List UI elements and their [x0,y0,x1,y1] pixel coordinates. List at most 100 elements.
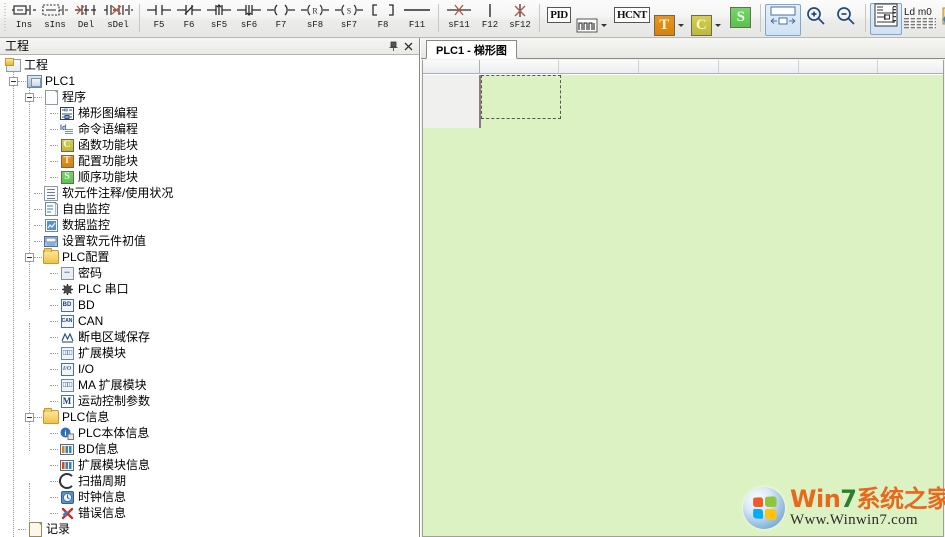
tree-tick [34,409,42,418]
tree-node-bd[interactable]: BD BD [0,297,418,313]
zoom-out-button[interactable] [831,5,861,42]
tree-node-expansion-module-info[interactable]: 扩展模块信息 [0,457,418,473]
fit-width-icon [768,6,798,25]
toolbar-drag-grip[interactable] [2,3,8,33]
delete-horizontal-line-button[interactable]: sF11 [443,0,475,37]
coil-button[interactable]: F7 [264,0,298,37]
tree-node-power-retain[interactable]: 断电区域保存 [0,329,418,345]
vertical-line-key: F12 [481,20,499,30]
no-contact-button[interactable]: F5 [144,0,174,37]
pin-icon[interactable] [386,39,401,54]
tree-label: I/O [78,362,95,376]
tree-node-serial-port[interactable]: PLC 串口 [0,281,418,297]
tree-node-clock-info[interactable]: 时钟信息 [0,489,418,505]
toolbar-separator-5 [864,4,866,32]
column-header-cell[interactable] [799,60,879,73]
reset-coil-button[interactable]: R sF8 [298,0,332,37]
tree-node-expansion-module[interactable]: ◫◫ 扩展模块 [0,345,418,361]
instruction-list-button[interactable]: Ld m0 [902,4,940,41]
pulse-dropdown-arrow[interactable] [601,23,607,27]
column-header-cell[interactable] [559,60,640,73]
tree-node-ma-expansion-module[interactable]: ◫◫ MA 扩展模块 [0,377,418,393]
vertical-line-button[interactable]: F12 [475,0,505,37]
nc-contact-button[interactable]: F6 [174,0,204,37]
ladder-canvas[interactable] [423,75,943,536]
set-coil-button[interactable]: S sF7 [332,0,366,37]
insert-rung-button[interactable]: Ins [9,0,39,37]
comment-toggle-button[interactable] [940,4,945,41]
delete-vertical-line-button[interactable]: sF12 [505,0,535,37]
tree-node-can[interactable]: CAN CAN [0,313,418,329]
tree-node-device-initial-value[interactable]: 设置软元件初值 [0,233,418,249]
tree-node-motion-control[interactable]: M 运动控制参数 [0,393,418,409]
expander-plc-config[interactable] [25,252,34,262]
tree-node-data-monitor[interactable]: 数据监控 [0,217,418,233]
tree-node-bd-info[interactable]: BD信息 [0,441,418,457]
close-icon[interactable] [401,39,416,54]
timer-dropdown-arrow[interactable] [677,23,684,27]
tree-tick [50,313,58,322]
tree-tick [18,73,26,82]
tree-tick [34,233,42,242]
tree-node-password[interactable]: ••• 密码 [0,265,418,281]
function-block-button[interactable]: F8 [366,0,400,37]
tree-label: 运动控制参数 [78,394,151,408]
tree-node-plc-config[interactable]: PLC配置 [0,248,418,265]
tree-node-program[interactable]: 程序 [0,89,418,105]
expander-program[interactable] [25,92,34,102]
fit-width-button[interactable] [764,4,801,36]
tree-node-instruction-program[interactable]: ld 命令语编程 [0,121,418,137]
delete-row-button[interactable]: sDel [101,0,135,37]
tree-node-scan-cycle[interactable]: 扫描周期 [0,473,418,489]
expander-plc-info[interactable] [25,412,34,422]
svg-text:i: i [65,429,67,437]
tree-tick [50,489,58,498]
zoom-out-icon [835,6,857,25]
tree-node-plc-body-info[interactable]: i PLC本体信息 [0,425,418,441]
insert-row-button[interactable]: sIns [39,0,71,37]
rising-edge-button[interactable]: sF5 [204,0,234,37]
selected-cell[interactable] [481,75,561,119]
tree-node-error-info[interactable]: 错误信息 [0,505,418,521]
horizontal-line-button[interactable]: F11 [400,0,434,37]
ladder-view-button[interactable] [869,3,902,35]
tree-node-config-block[interactable]: T 配置功能块 [0,153,418,169]
tree-node-project[interactable]: 工程 [0,57,418,73]
ladder-editor-surface[interactable] [422,60,944,537]
tree-node-plc-info[interactable]: PLC信息 [0,408,418,425]
project-dock-panel: 工程 工程 PLC1 程序 梯形图编程 ld 命令语编程 C 函数功能块 T 配… [0,38,420,537]
tree-label: PLC配置 [62,250,110,264]
column-header-cell[interactable] [639,60,719,73]
toolbar-separator-1 [139,4,140,32]
tree-label: PLC1 [45,74,76,88]
project-tree[interactable]: 工程 PLC1 程序 梯形图编程 ld 命令语编程 C 函数功能块 T 配置功能… [0,55,418,537]
tree-tick [50,377,58,386]
document-icon [43,89,59,105]
zoom-in-button[interactable] [801,5,831,42]
tree-node-free-monitor[interactable]: 自由监控 [0,201,418,217]
tree-node-plc1[interactable]: PLC1 [0,73,418,89]
column-header-cell[interactable] [878,60,943,73]
column-header-cell[interactable] [719,60,799,73]
tab-plc1-ladder[interactable]: PLC1 - 梯形图 [426,40,517,59]
tree-node-sequence-block[interactable]: S 顺序功能块 [0,169,418,185]
tree-tick [50,153,58,162]
insert-rung-icon [11,1,37,20]
column-header-cell[interactable] [480,60,560,73]
falling-edge-button[interactable]: sF6 [234,0,264,37]
horizontal-line-key: F11 [408,20,426,30]
io-icon: I/O [59,361,75,377]
delete-rung-button[interactable]: Del [71,0,101,37]
pid-icon: PID [547,7,571,23]
counter-dropdown-arrow[interactable] [714,23,721,27]
ladder-program-icon [59,105,75,121]
tree-node-record[interactable]: 记录 [0,521,418,537]
tree-node-function-block[interactable]: C 函数功能块 [0,137,418,153]
tree-node-device-comment[interactable]: 软元件注释/使用状况 [0,185,418,201]
expander-plc1[interactable] [9,76,18,86]
tree-node-io[interactable]: I/O I/O [0,361,418,377]
tree-node-ladder-program[interactable]: 梯形图编程 [0,105,418,121]
function-block-c-icon: C [59,137,75,153]
tree-tick [50,281,58,290]
tree-tick [34,89,42,98]
